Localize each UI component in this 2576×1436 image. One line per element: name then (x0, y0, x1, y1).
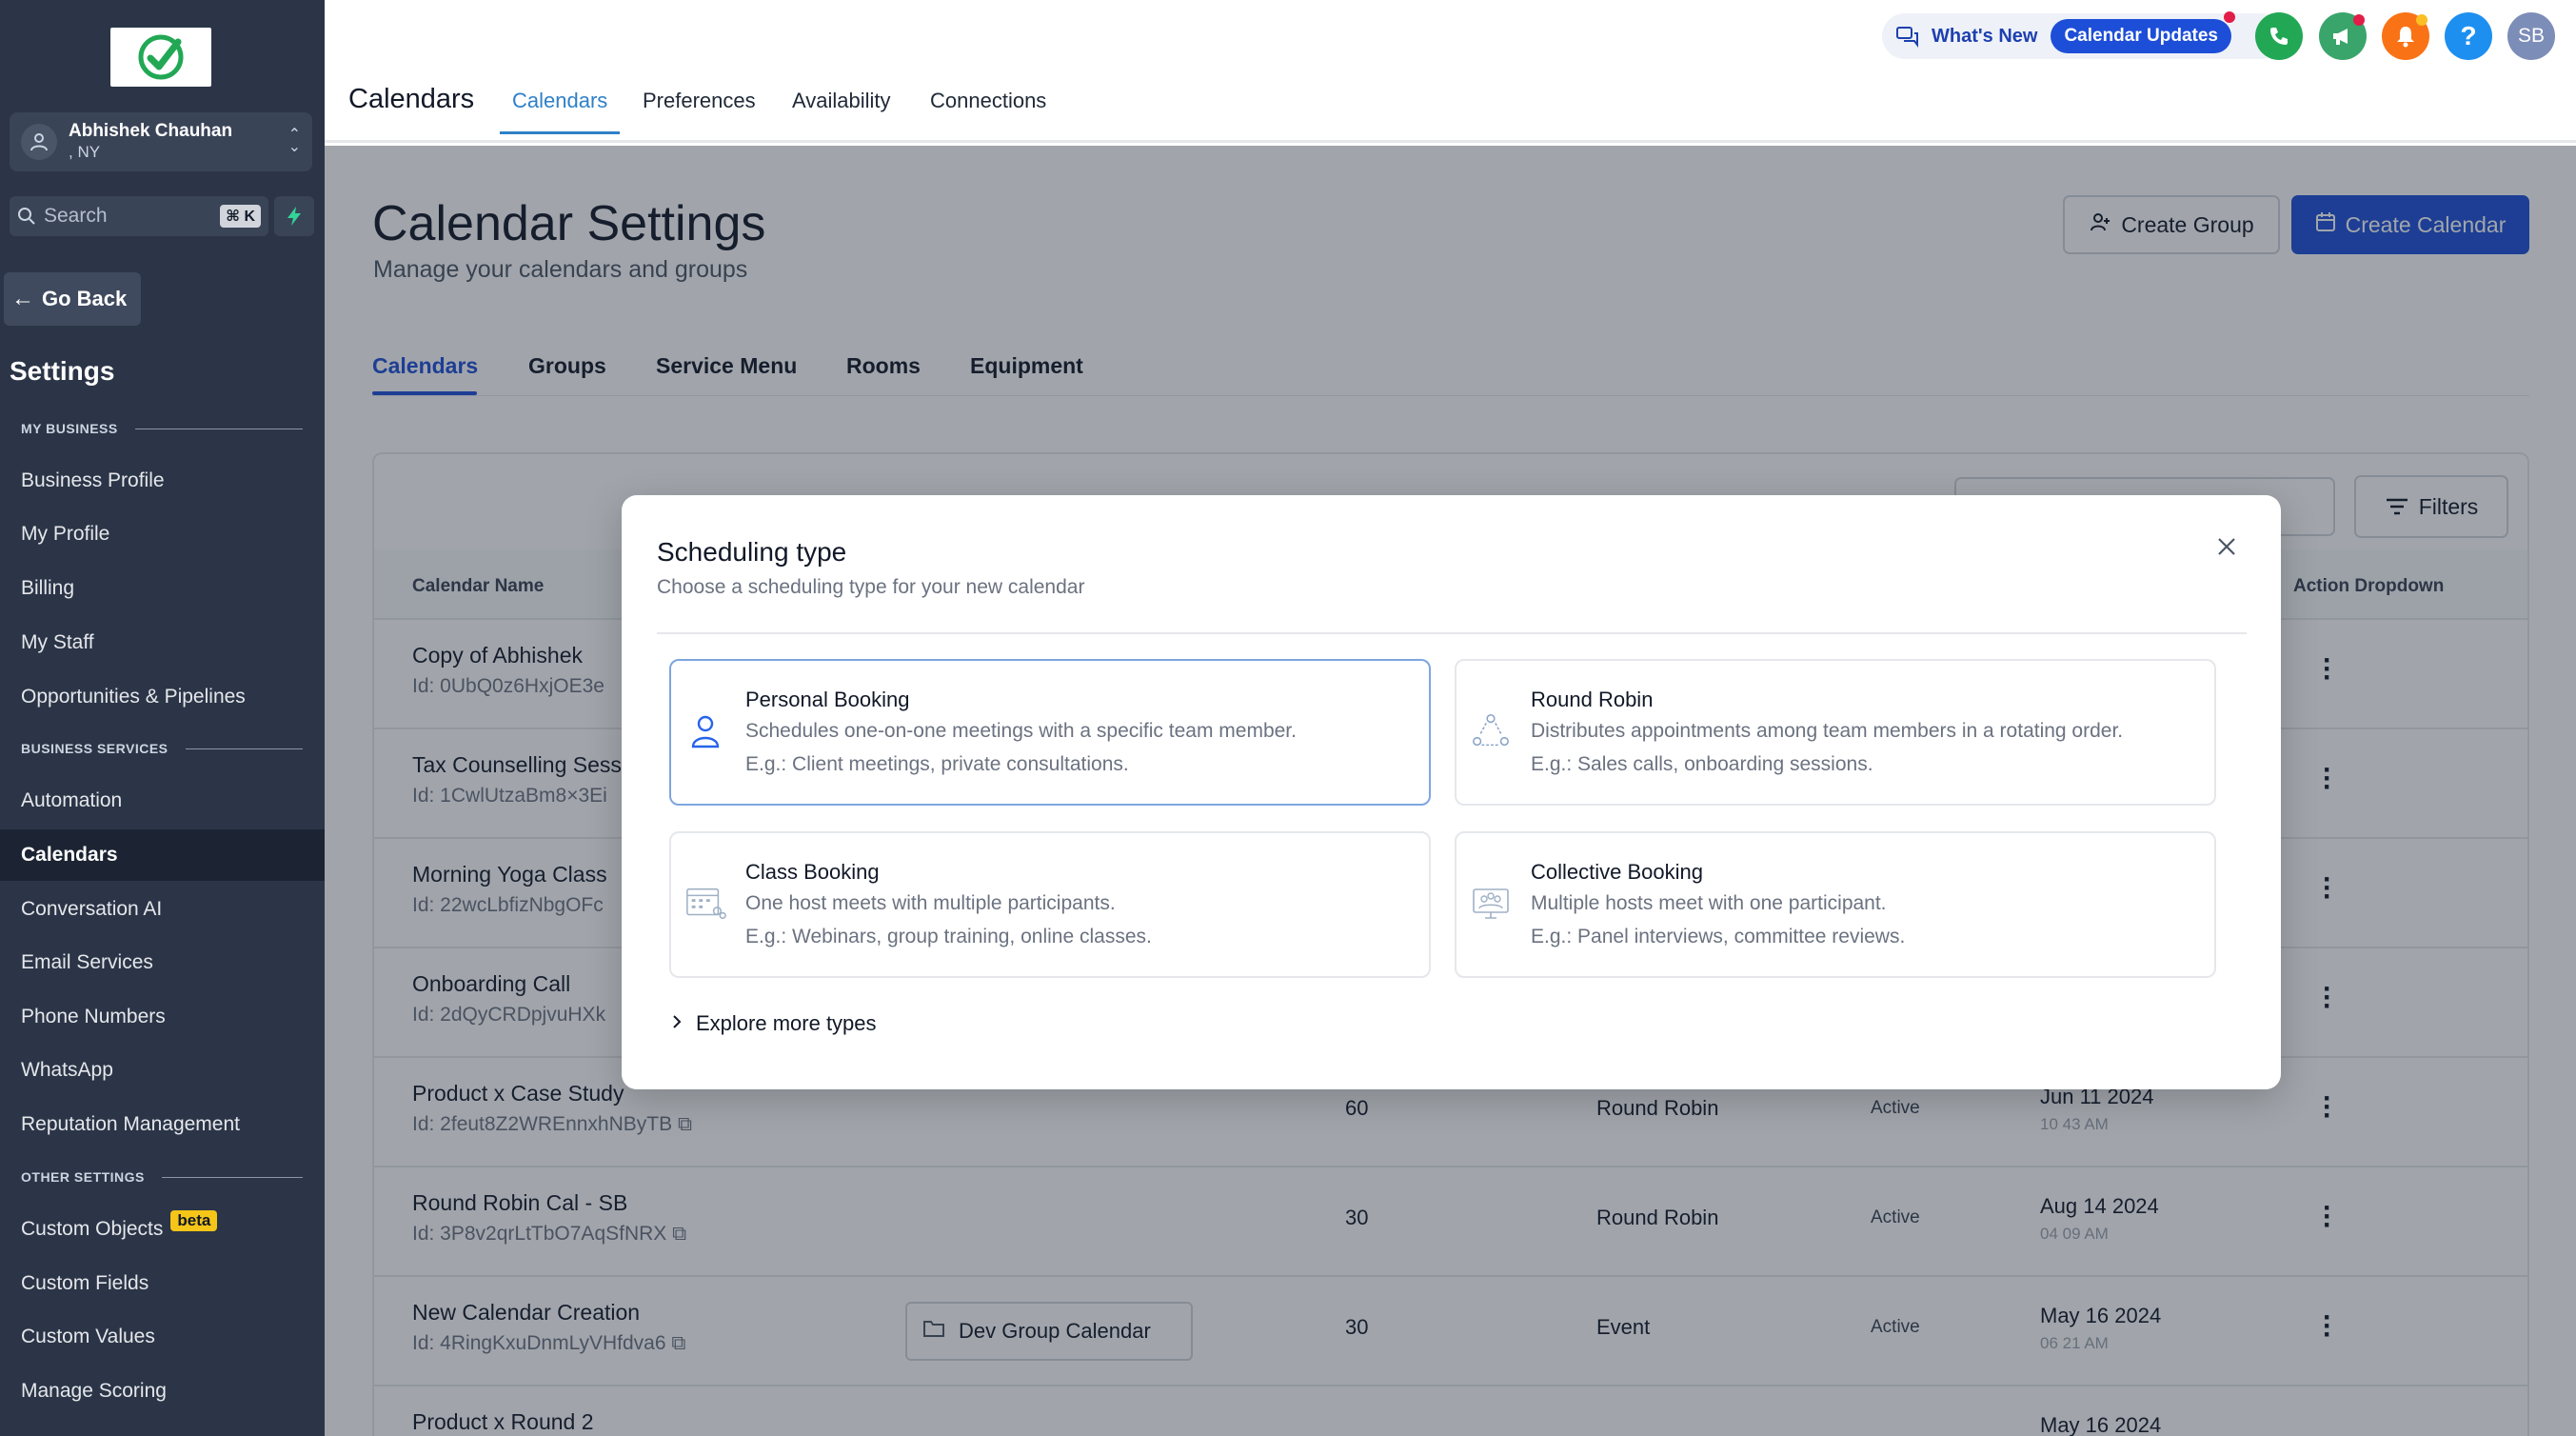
sidebar-item-manage-scoring[interactable]: Manage Scoring (0, 1366, 325, 1417)
search-icon (18, 208, 35, 225)
section-other-settings: OTHER SETTINGS (21, 1169, 303, 1185)
account-switcher[interactable]: Abhishek Chauhan , NY ⌃ ⌄ (10, 112, 312, 171)
search-shortcut: ⌘ K (220, 205, 261, 228)
rotation-icon (1470, 710, 1512, 752)
top-header: Calendars Calendars Preferences Availabi… (325, 0, 2576, 143)
explore-label: Explore more types (696, 1011, 877, 1035)
option-example: E.g.: Client meetings, private consultat… (745, 753, 1129, 775)
sidebar-item-custom-values[interactable]: Custom Values (0, 1311, 325, 1363)
sidebar-item-business-profile[interactable]: Business Profile (0, 455, 325, 507)
modal-subtitle: Choose a scheduling type for your new ca… (657, 576, 1085, 598)
tab-calendars[interactable]: Calendars (512, 89, 607, 113)
option-title: Class Booking (745, 860, 880, 884)
chevron-updown-icon: ⌃ ⌄ (287, 127, 301, 155)
settings-heading: Settings (10, 356, 115, 386)
company-logo[interactable] (110, 28, 211, 87)
sidebar-item-reputation[interactable]: Reputation Management (0, 1099, 325, 1150)
sidebar-item-custom-objects[interactable]: Custom Objects beta (0, 1204, 325, 1255)
option-round-robin[interactable]: Round Robin Distributes appointments amo… (1455, 659, 2216, 806)
user-avatar-icon (21, 124, 57, 160)
option-description: Schedules one-on-one meetings with a spe… (745, 720, 1297, 742)
user-avatar[interactable]: SB (2507, 12, 2555, 60)
chat-bubbles-icon (1896, 27, 1918, 48)
calendar-updates-button[interactable]: Calendar Updates (2051, 11, 2235, 53)
announcements-button[interactable] (2319, 12, 2367, 60)
option-description: Distributes appointments among team memb… (1531, 720, 2124, 742)
avatar-initials: SB (2517, 25, 2545, 47)
collective-icon (1470, 883, 1512, 925)
close-button[interactable] (2209, 529, 2244, 564)
explore-more-types[interactable]: Explore more types (671, 1011, 877, 1036)
lightning-icon (287, 207, 301, 226)
tab-availability[interactable]: Availability (792, 89, 891, 113)
option-description: One host meets with multiple participant… (745, 892, 1116, 914)
chevron-right-icon (671, 1011, 683, 1036)
quick-action-button[interactable] (274, 196, 314, 236)
section-business-services: BUSINESS SERVICES (21, 741, 303, 756)
option-personal-booking[interactable]: Personal Booking Schedules one-on-one me… (669, 659, 1431, 806)
help-button[interactable]: ? (2445, 12, 2492, 60)
sidebar-item-conversation-ai[interactable]: Conversation AI (0, 884, 325, 935)
option-example: E.g.: Webinars, group training, online c… (745, 926, 1152, 947)
megaphone-icon (2333, 29, 2348, 45)
notification-dot (2353, 14, 2365, 26)
whats-new-label: What's New (1932, 25, 2038, 47)
option-class-booking[interactable]: Class Booking One host meets with multip… (669, 831, 1431, 978)
option-description: Multiple hosts meet with one participant… (1531, 892, 1887, 914)
sidebar-item-whatsapp[interactable]: WhatsApp (0, 1045, 325, 1096)
sidebar-item-phone-numbers[interactable]: Phone Numbers (0, 991, 325, 1043)
notification-dot (2223, 11, 2235, 23)
sidebar-item-automation[interactable]: Automation (0, 775, 325, 827)
modal-title: Scheduling type (657, 537, 847, 567)
whats-new-widget[interactable]: What's New Calendar Updates (1882, 11, 2284, 59)
page-title: Calendars (348, 84, 475, 114)
sidebar-item-email-services[interactable]: Email Services (0, 937, 325, 988)
option-example: E.g.: Sales calls, onboarding sessions. (1531, 753, 1873, 775)
sidebar-item-my-staff[interactable]: My Staff (0, 617, 325, 668)
class-icon (684, 883, 726, 925)
option-example: E.g.: Panel interviews, committee review… (1531, 926, 1906, 947)
notification-dot (2416, 14, 2427, 26)
arrow-left-icon: ← (11, 286, 34, 311)
option-title: Personal Booking (745, 688, 910, 711)
account-location: , NY (69, 143, 101, 162)
sidebar-item-my-profile[interactable]: My Profile (0, 509, 325, 560)
option-collective-booking[interactable]: Collective Booking Multiple hosts meet w… (1455, 831, 2216, 978)
beta-badge: beta (170, 1210, 218, 1231)
sidebar-item-opportunities[interactable]: Opportunities & Pipelines (0, 671, 325, 723)
option-title: Collective Booking (1531, 860, 1703, 884)
tab-connections[interactable]: Connections (930, 89, 1046, 113)
close-icon (2218, 538, 2235, 555)
phone-button[interactable] (2255, 12, 2303, 60)
notifications-button[interactable] (2382, 12, 2429, 60)
sidebar-search[interactable]: ⌘ K (10, 196, 268, 236)
section-my-business: MY BUSINESS (21, 421, 303, 436)
sidebar-item-custom-fields[interactable]: Custom Fields (0, 1258, 325, 1309)
go-back-button[interactable]: ← Go Back (4, 272, 141, 326)
sidebar-item-billing[interactable]: Billing (0, 563, 325, 614)
search-input[interactable] (44, 205, 221, 228)
account-name: Abhishek Chauhan (69, 121, 233, 142)
modal-divider (657, 632, 2247, 634)
phone-icon (2270, 28, 2288, 45)
option-title: Round Robin (1531, 688, 1654, 711)
active-tab-indicator (500, 131, 620, 134)
checkmark-logo-icon (138, 34, 184, 80)
scheduling-type-modal: Scheduling type Choose a scheduling type… (622, 495, 2281, 1089)
person-icon (684, 710, 726, 752)
tab-preferences[interactable]: Preferences (643, 89, 756, 113)
sidebar: Abhishek Chauhan , NY ⌃⌄ ⌘ K ← Go Back S… (0, 0, 325, 1436)
go-back-label: Go Back (42, 287, 128, 310)
bell-icon (2397, 27, 2414, 48)
question-icon: ? (2460, 21, 2477, 50)
sidebar-item-calendars[interactable]: Calendars (0, 829, 325, 881)
